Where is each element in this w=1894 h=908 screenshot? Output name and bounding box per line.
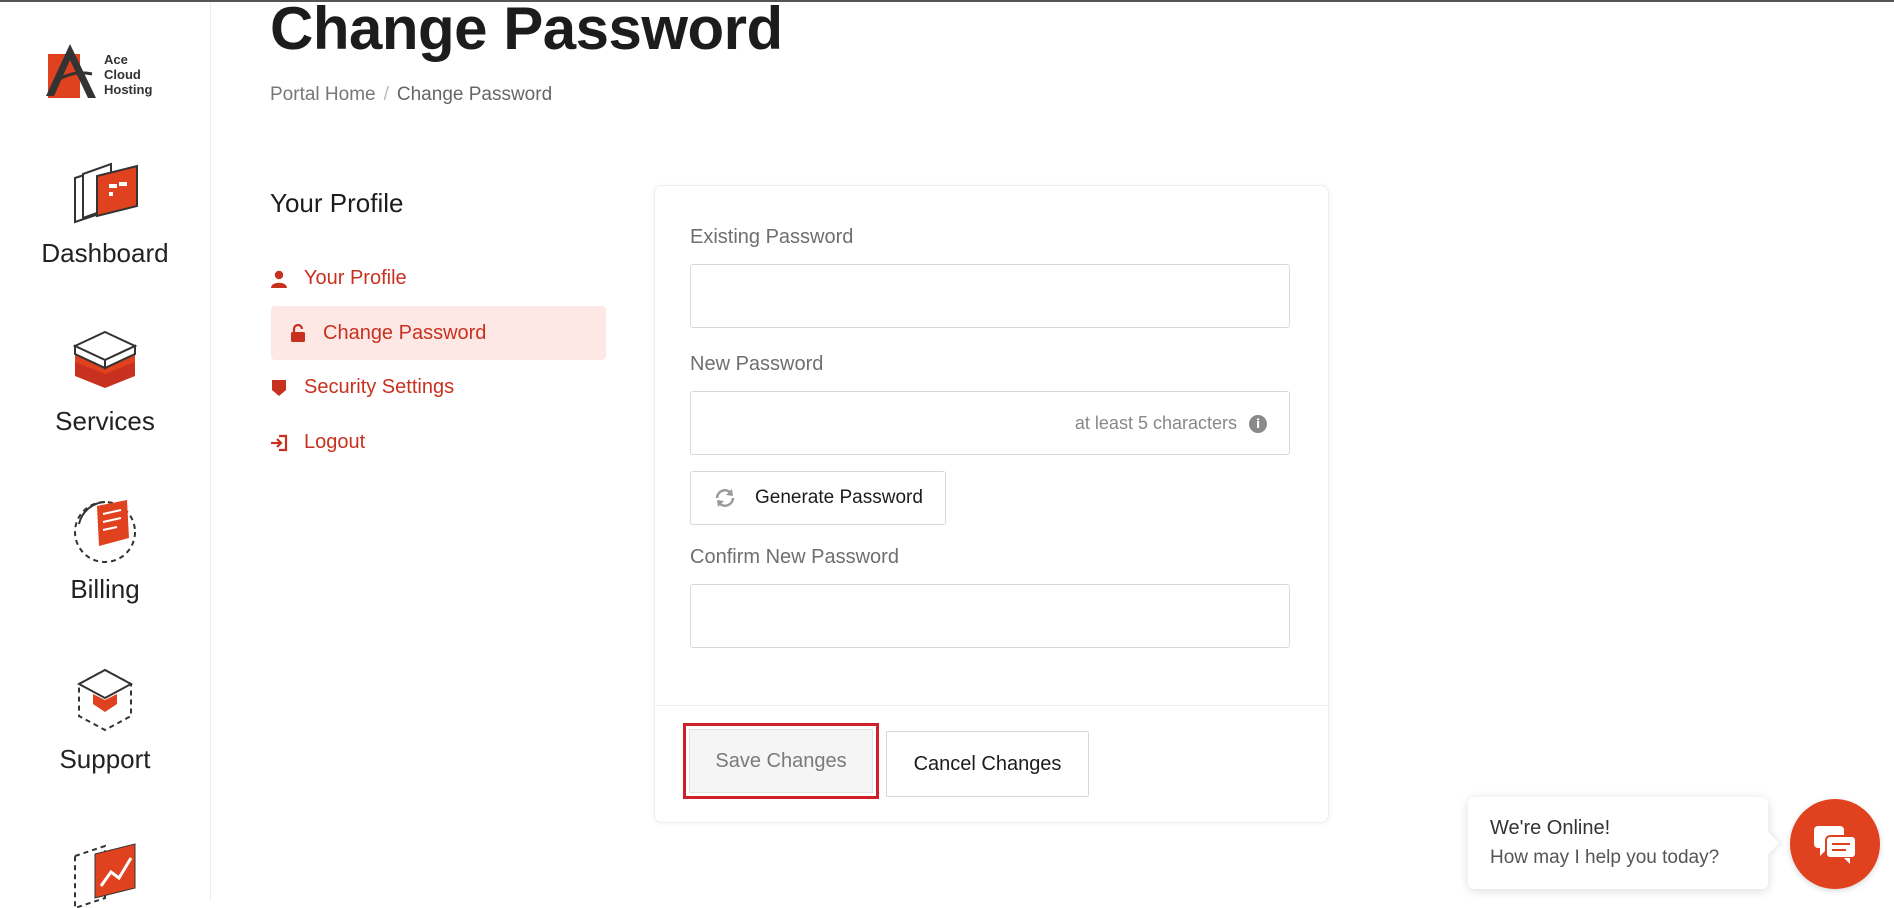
sidebar-item-support[interactable]: Support — [0, 666, 210, 775]
info-icon[interactable]: i — [1249, 414, 1267, 433]
page-title: Change Password — [270, 0, 783, 62]
sidebar-item-reports[interactable] — [0, 838, 210, 908]
generate-password-button[interactable]: Generate Password — [690, 471, 946, 525]
menu-item-your-profile[interactable]: Your Profile — [270, 251, 606, 306]
logo-line-3: Hosting — [104, 82, 153, 97]
sidebar: Ace Cloud Hosting Dashboard Services Bil… — [0, 2, 211, 908]
save-changes-button[interactable]: Save Changes — [683, 723, 879, 799]
refresh-icon — [713, 486, 737, 510]
billing-icon — [74, 500, 136, 563]
dashboard-icon — [74, 162, 138, 224]
chat-launcher-button[interactable] — [1790, 799, 1880, 889]
logo-line-1: Ace — [104, 52, 128, 67]
save-changes-label: Save Changes — [689, 729, 873, 793]
chat-icon — [1814, 826, 1857, 864]
sidebar-label-services: Services — [55, 406, 155, 436]
breadcrumb: Portal Home / Change Password — [270, 84, 552, 106]
menu-label-change-password: Change Password — [323, 321, 487, 344]
services-icon — [72, 330, 138, 388]
reports-icon — [74, 843, 136, 908]
user-icon — [270, 270, 288, 288]
menu-label-security-settings: Security Settings — [304, 376, 455, 398]
sidebar-item-billing[interactable]: Billing — [0, 496, 210, 605]
existing-password-label: Existing Password — [690, 226, 854, 248]
password-hint: at least 5 characters i — [1075, 413, 1267, 434]
logo-text: Ace Cloud Hosting — [104, 52, 152, 97]
chat-line-2: How may I help you today? — [1490, 847, 1720, 868]
change-password-card: Existing Password New Password at least … — [654, 185, 1329, 823]
profile-menu-heading: Your Profile — [270, 188, 404, 218]
breadcrumb-separator: / — [383, 84, 389, 105]
cancel-changes-button[interactable]: Cancel Changes — [886, 731, 1089, 797]
menu-item-logout[interactable]: Logout — [270, 415, 606, 470]
brand-logo[interactable]: Ace Cloud Hosting — [44, 40, 174, 102]
breadcrumb-current: Change Password — [396, 84, 553, 105]
lock-icon — [289, 324, 307, 342]
menu-item-change-password[interactable]: Change Password — [271, 306, 606, 360]
chat-greeting-bubble[interactable]: We're Online! How may I help you today? — [1468, 797, 1780, 889]
new-password-label: New Password — [690, 353, 824, 375]
support-icon — [76, 668, 134, 732]
logo-mark-icon — [46, 44, 96, 98]
password-hint-text: at least 5 characters — [1074, 413, 1237, 433]
confirm-password-input[interactable] — [690, 584, 1290, 648]
logout-icon — [270, 434, 288, 452]
menu-label-logout: Logout — [304, 431, 366, 453]
logo-line-2: Cloud — [104, 67, 141, 82]
existing-password-input[interactable] — [690, 264, 1290, 328]
breadcrumb-portal-home[interactable]: Portal Home — [270, 84, 376, 105]
profile-menu: Your Profile Change Password Security Se… — [270, 251, 606, 470]
sidebar-item-dashboard[interactable]: Dashboard — [0, 160, 210, 269]
shield-icon — [270, 379, 288, 397]
generate-password-label: Generate Password — [755, 487, 923, 508]
menu-label-your-profile: Your Profile — [304, 267, 407, 289]
card-divider — [655, 705, 1328, 706]
chat-line-1: We're Online! — [1490, 817, 1611, 839]
confirm-password-label: Confirm New Password — [690, 546, 899, 568]
new-password-input[interactable]: at least 5 characters i — [690, 391, 1290, 455]
menu-item-security-settings[interactable]: Security Settings — [270, 360, 606, 415]
sidebar-label-dashboard: Dashboard — [41, 238, 169, 268]
sidebar-label-billing: Billing — [70, 574, 140, 604]
sidebar-label-support: Support — [59, 744, 151, 774]
sidebar-item-services[interactable]: Services — [0, 328, 210, 437]
